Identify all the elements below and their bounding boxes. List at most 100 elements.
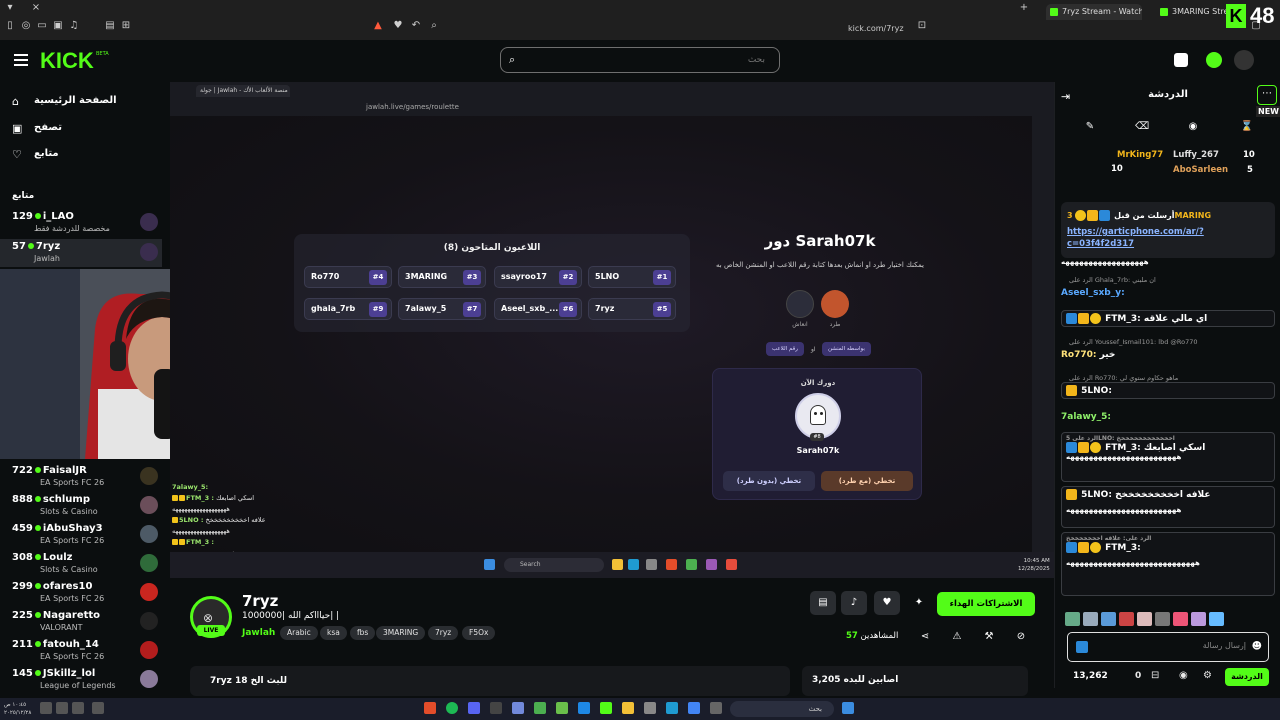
following-channel[interactable]: 225 Nagaretto VALORANT [0, 608, 162, 636]
following-channel[interactable]: 888 schlump Slots & Casino [0, 492, 162, 520]
tab-7ryz[interactable]: 7ryz Stream - Watch Live on Kick [1046, 4, 1142, 20]
new-tab-icon[interactable]: + [1018, 2, 1030, 14]
extensions-icon[interactable]: ⊞ [120, 20, 132, 32]
channel-points[interactable]: 13,262 [1073, 671, 1108, 681]
emote-icon[interactable] [1137, 612, 1152, 626]
tab-3maring[interactable]: 3MARING Stream - Watch [1156, 4, 1226, 20]
address-bar[interactable]: kick.com/7ryz [848, 24, 904, 33]
kick-icon[interactable] [600, 702, 612, 714]
tag[interactable]: ksa [320, 626, 347, 640]
brave-icon[interactable] [424, 702, 436, 714]
share-icon[interactable]: ⋖ [918, 630, 932, 644]
notification-bell-icon[interactable]: ♪ [841, 591, 867, 615]
mute-icon[interactable]: ⊘ [1014, 630, 1028, 644]
chat-send-button[interactable]: الدردشة [1225, 668, 1269, 686]
settings-icon[interactable]: ⚙ [1203, 670, 1212, 681]
streamer-name[interactable]: 7ryz [242, 592, 278, 610]
following-channel[interactable]: 57 7ryz Jawlah [0, 239, 162, 267]
brave-icon[interactable]: ▲ [372, 20, 384, 32]
shield-icon[interactable]: ◎ [20, 20, 32, 32]
sidebar-icon[interactable]: ▤ [104, 20, 116, 32]
emote-icon[interactable] [1065, 612, 1080, 626]
volume-icon[interactable] [92, 702, 104, 714]
following-channel[interactable]: 145 JSkillz_lol League of Legends [0, 666, 162, 694]
close-icon[interactable]: × [30, 2, 42, 14]
emoji-icon[interactable]: ☻ [1252, 641, 1262, 652]
more-options-button[interactable]: ⋯ [1257, 85, 1277, 105]
edge-icon[interactable] [666, 702, 678, 714]
app-icon[interactable] [512, 702, 524, 714]
folder-icon[interactable] [622, 702, 634, 714]
network-icon[interactable] [56, 702, 68, 714]
following-channel[interactable]: 129 i_LAO مخصصة للدردشة فقط [0, 209, 162, 237]
gift-icon[interactable]: ⊟ [1151, 670, 1159, 681]
tabs-icon[interactable]: ▣ [52, 20, 64, 32]
discord-icon[interactable] [468, 702, 480, 714]
minecraft-icon[interactable] [556, 702, 568, 714]
music-icon[interactable]: ♫ [68, 20, 80, 32]
emote-icon[interactable] [1101, 612, 1116, 626]
back-icon[interactable]: ↶ [410, 20, 422, 32]
emote-icon[interactable] [1119, 612, 1134, 626]
github-icon[interactable] [490, 702, 502, 714]
following-channel[interactable]: 459 iAbuShay3 EA Sports FC 26 [0, 521, 162, 549]
avatar[interactable] [1234, 50, 1254, 70]
taskbar-search[interactable]: بحث [730, 701, 834, 717]
bookmark-icon[interactable]: ⊡ [916, 20, 928, 32]
chat-bubble-icon[interactable]: ◉ [1179, 670, 1188, 681]
search-icon[interactable]: ⌕ [428, 20, 440, 32]
clip-button[interactable]: ▤ [810, 591, 836, 615]
gift-subs-button[interactable]: الاشتراكات الهداء [937, 592, 1035, 616]
tag[interactable]: Arabic [280, 626, 318, 640]
pinned-link[interactable]: https://garticphone.com/ar/?c=03f4f2d317 [1067, 226, 1253, 250]
following-channel[interactable]: 211 fatouh_14 EA Sports FC 26 [0, 637, 162, 665]
emote-icon[interactable] [1155, 612, 1170, 626]
panel-icon[interactable]: ▯ [4, 20, 16, 32]
windows-start-icon[interactable] [842, 702, 854, 714]
following-channel[interactable]: 722 FaisalJR EA Sports FC 26 [0, 463, 162, 491]
sparkle-icon[interactable]: ✦ [906, 591, 932, 615]
report-icon[interactable]: ⚠ [950, 630, 964, 644]
emote-icon[interactable] [1191, 612, 1206, 626]
chat-input[interactable]: إرسال رسالة ☻ [1067, 632, 1269, 662]
stream-category[interactable]: Jawlah [242, 628, 275, 638]
spotify-icon[interactable] [446, 702, 458, 714]
notification-icon[interactable] [40, 702, 52, 714]
keyboard-icon[interactable] [72, 702, 84, 714]
following-channel[interactable]: 308 Loulz Slots & Casino [0, 550, 162, 578]
store-icon[interactable] [644, 702, 656, 714]
video-player[interactable]: جولة | Jawlah - منصة الألعاب الأك jawlah… [170, 82, 1054, 578]
nav-home[interactable]: ⌂ الصفحة الرئيسية [12, 94, 162, 112]
emote-icon[interactable] [1173, 612, 1188, 626]
hourglass-icon[interactable]: ⌛ [1240, 120, 1254, 134]
heart-icon[interactable]: ♥ [392, 20, 404, 32]
follow-heart-icon[interactable]: ♥ [874, 591, 900, 615]
search-bar[interactable]: ⌕ [500, 47, 780, 73]
nav-browse[interactable]: ▣ تصفح [12, 121, 162, 139]
menu-icon[interactable] [14, 54, 28, 66]
tag[interactable]: fbs [350, 626, 376, 640]
kick-logo[interactable]: KICK [40, 48, 94, 74]
emote-icon[interactable] [1209, 612, 1224, 626]
app-icon[interactable] [688, 702, 700, 714]
tag[interactable]: F5Ox [462, 626, 496, 640]
tag[interactable]: 3MARING [376, 626, 426, 640]
nav-following[interactable]: ♡ متابع [12, 147, 162, 165]
kick-coin-icon[interactable] [1206, 52, 1222, 68]
leaderboard-user[interactable]: MrKing77 [1117, 150, 1163, 160]
chat-bubble-icon[interactable]: ◉ [1186, 120, 1200, 134]
gift-icon[interactable] [1174, 53, 1188, 67]
browser-menu-icon[interactable]: ▾ [4, 2, 16, 14]
search-input[interactable] [525, 53, 765, 67]
chrome-icon[interactable] [534, 702, 546, 714]
tag[interactable]: 7ryz [428, 626, 459, 640]
following-channel[interactable]: 299 ofares10 EA Sports FC 26 [0, 579, 162, 607]
trash-icon[interactable]: ⌫ [1135, 120, 1149, 134]
leaderboard-user[interactable]: AboSarleen [1173, 165, 1228, 175]
pin-icon[interactable]: ✎ [1083, 120, 1097, 134]
wallet-icon[interactable]: ▭ [36, 20, 48, 32]
emote-icon[interactable] [1083, 612, 1098, 626]
leaderboard-user[interactable]: Luffy_267 [1173, 150, 1219, 160]
steam-icon[interactable] [578, 702, 590, 714]
hammer-icon[interactable]: ⚒ [982, 630, 996, 644]
